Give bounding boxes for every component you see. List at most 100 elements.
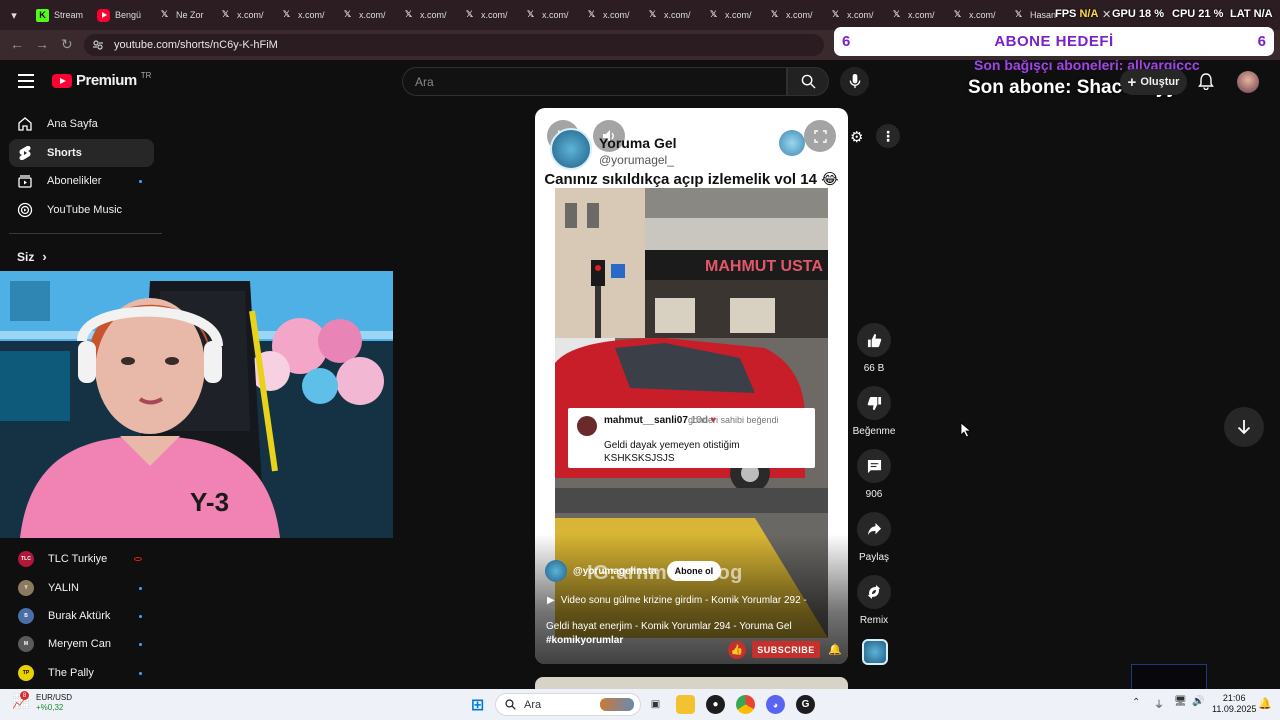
youtube-premium-logo[interactable]: Premium TR — [52, 71, 151, 89]
show-hidden-icons-chevron-icon[interactable]: ⌃ — [1132, 697, 1140, 708]
owner-handle[interactable]: @yorumagelinsta — [573, 566, 657, 577]
tab-label: x.com/ — [298, 10, 325, 20]
sidebar-item-shorts[interactable]: Shorts — [9, 139, 154, 167]
network-icon[interactable]: 🖥 — [1174, 696, 1187, 707]
next-short-preview[interactable] — [535, 677, 848, 689]
like-button[interactable] — [857, 323, 891, 357]
dislike-action[interactable]: Beğenme — [852, 386, 896, 437]
fps-stat: FPS N/A — [1055, 8, 1098, 20]
owner-avatar[interactable] — [545, 560, 567, 582]
subscriptions-icon — [18, 175, 32, 188]
comments-button[interactable] — [857, 449, 891, 483]
x-icon: 𝕏 — [221, 10, 230, 20]
share-action[interactable]: Paylaş — [852, 512, 896, 563]
x-icon: 𝕏 — [465, 10, 474, 20]
dislike-button[interactable] — [857, 386, 891, 420]
browser-tab[interactable]: 𝕏x.com/ — [699, 0, 760, 30]
url-text: youtube.com/shorts/nC6y-K-hFiM — [114, 39, 278, 51]
logo-text: Premium — [76, 72, 137, 89]
browser-tab[interactable]: 𝕏x.com/ — [272, 0, 333, 30]
notification-bell-tray-icon[interactable]: 🔔 — [1258, 697, 1272, 710]
browser-tab[interactable]: 𝕏x.com/ — [821, 0, 882, 30]
chevron-right-icon: › — [42, 249, 47, 264]
share-button[interactable] — [857, 512, 891, 546]
like-action[interactable]: 66 B — [852, 323, 896, 374]
bell-badge-icon: 🔔 — [828, 644, 842, 656]
browser-tab[interactable]: K Stream — [28, 0, 89, 30]
forward-arrow-icon[interactable]: → — [35, 36, 49, 52]
plus-icon: + — [1127, 73, 1137, 91]
browser-tab[interactable]: 𝕏x.com/ — [943, 0, 1004, 30]
search-highlight-image — [600, 698, 634, 711]
weather-ticker-widget[interactable]: 📈 8 EUR/USD +%0,32 — [12, 691, 72, 713]
reload-icon[interactable]: ↻ — [61, 36, 73, 53]
browser-tab[interactable]: 𝕏x.com/ — [516, 0, 577, 30]
menu-icon[interactable] — [18, 74, 34, 88]
voice-search-button[interactable] — [840, 67, 869, 96]
new-content-dot — [139, 179, 142, 183]
sound-source-thumbnail[interactable] — [862, 639, 888, 665]
browser-tab[interactable]: 𝕏x.com/ — [882, 0, 943, 30]
discord-icon[interactable]: ◕ — [766, 695, 785, 714]
subscription-item[interactable]: Y YALIN — [9, 574, 154, 602]
file-explorer-icon[interactable] — [676, 695, 695, 714]
tab-label: x.com/ — [542, 10, 569, 20]
tab-list-chevron-icon[interactable]: ▾ — [0, 0, 28, 30]
browser-tab[interactable]: 𝕏 Ne Zor — [150, 0, 211, 30]
tab-label: x.com/ — [847, 10, 874, 20]
x-icon: 𝕏 — [648, 10, 657, 20]
browser-tab[interactable]: 𝕏x.com/ — [577, 0, 638, 30]
volume-tray-icon[interactable]: 🔊 — [1192, 696, 1204, 707]
browser-tab[interactable]: 𝕏x.com/ — [760, 0, 821, 30]
notifications-bell-icon[interactable] — [1198, 73, 1214, 90]
sidebar-item-home[interactable]: Ana Sayfa — [9, 110, 154, 138]
subscription-item[interactable]: B Burak Aktürk — [9, 602, 154, 630]
browser-tab[interactable]: 𝕏x.com/ — [211, 0, 272, 30]
cpu-value: 21 % — [1198, 8, 1224, 20]
remix-button[interactable] — [857, 575, 891, 609]
sidebar-item-youtube-music[interactable]: YouTube Music — [9, 196, 154, 224]
search-input[interactable]: Ara — [402, 67, 787, 96]
shorts-player[interactable]: Yoruma Gel @yorumagel_ Canınız sıkıldıkç… — [535, 108, 848, 664]
app-g-icon[interactable]: G — [796, 695, 815, 714]
obs-icon[interactable]: ● — [706, 695, 725, 714]
create-button[interactable]: + Oluştur — [1120, 69, 1187, 95]
subscription-item[interactable]: TP The Pally — [9, 659, 154, 687]
browser-tab[interactable]: Bengü — [89, 0, 150, 30]
tab-label: x.com/ — [481, 10, 508, 20]
x-icon: 𝕏 — [953, 10, 962, 20]
usb-icon[interactable]: ⏚ — [1154, 696, 1164, 711]
site-info-icon[interactable] — [92, 39, 104, 51]
taskbar-search-box[interactable]: Ara — [495, 693, 641, 716]
url-field[interactable]: youtube.com/shorts/nC6y-K-hFiM — [84, 34, 824, 56]
related-video-link[interactable]: ▶ Video sonu gülme krizine girdim - Komi… — [547, 595, 807, 606]
account-avatar[interactable] — [1237, 71, 1259, 93]
windows-start-icon[interactable]: ⊞ — [468, 695, 487, 714]
sidebar-item-subscriptions[interactable]: Abonelikler — [9, 167, 154, 195]
comments-action[interactable]: 906 — [852, 449, 896, 500]
browser-tab[interactable]: 𝕏x.com/ — [394, 0, 455, 30]
settings-gear-icon[interactable]: ⚙ — [850, 128, 863, 146]
vertical-dots-icon: ⋮ — [881, 127, 895, 144]
channel-name: The Pally — [48, 667, 94, 679]
shop-sign-text: MAHMUT USTA — [705, 258, 823, 275]
task-view-icon[interactable]: ▣ — [646, 695, 665, 714]
subscription-item[interactable]: TLC TLC Turkiye — [9, 545, 154, 573]
subscribe-button[interactable]: Abone ol — [666, 561, 722, 581]
search-button[interactable] — [787, 67, 829, 96]
more-options-button[interactable]: ⋮ — [876, 124, 900, 148]
next-short-button[interactable] — [1224, 407, 1264, 447]
subscription-item[interactable]: M Meryem Can — [9, 630, 154, 658]
system-clock[interactable]: 21:06 11.09.2025 — [1212, 693, 1256, 715]
browser-tab[interactable]: 𝕏x.com/ — [638, 0, 699, 30]
close-tab-icon[interactable]: ✕ — [1102, 8, 1111, 21]
fullscreen-button[interactable] — [804, 120, 836, 152]
remix-action[interactable]: Remix — [852, 575, 896, 626]
chrome-icon[interactable] — [736, 695, 755, 714]
tab-label: x.com/ — [969, 10, 996, 20]
cpu-label: CPU — [1172, 8, 1196, 20]
back-arrow-icon[interactable]: ← — [10, 36, 24, 52]
browser-tab[interactable]: 𝕏x.com/ — [333, 0, 394, 30]
browser-tab[interactable]: 𝕏x.com/ — [455, 0, 516, 30]
sidebar-you-section[interactable]: Siz › — [17, 249, 47, 264]
